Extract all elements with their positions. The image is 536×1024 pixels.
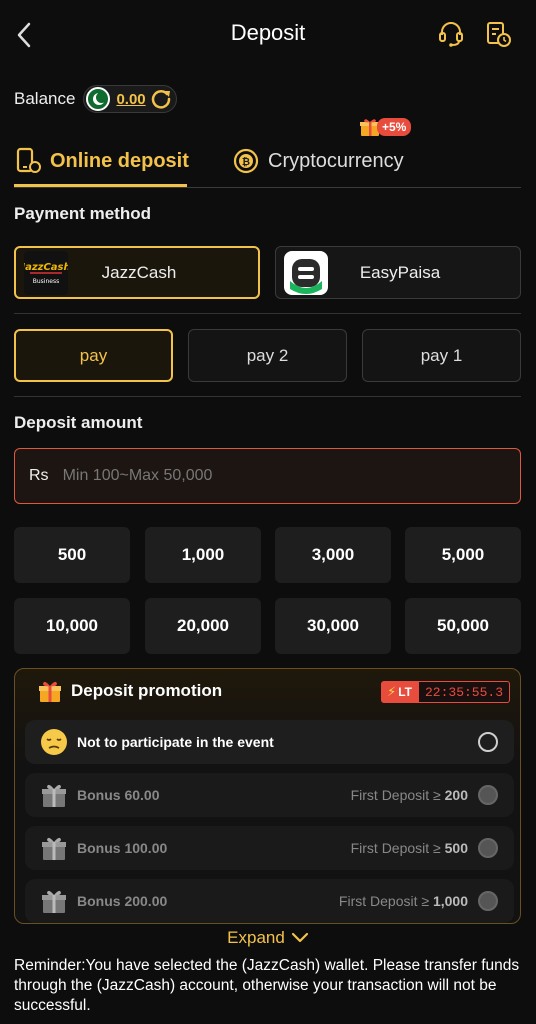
customer-support-icon[interactable] bbox=[437, 20, 465, 48]
active-tab-indicator bbox=[14, 184, 187, 187]
svg-text:Business: Business bbox=[33, 278, 59, 285]
channel-pay-1[interactable]: pay 1 bbox=[362, 329, 521, 382]
promo-condition: First Deposit ≥ 200 bbox=[350, 787, 468, 803]
channel-pay[interactable]: pay bbox=[14, 329, 173, 382]
jazzcash-logo: JazzCash Business bbox=[24, 250, 68, 295]
phone-deposit-icon bbox=[16, 147, 41, 173]
lightning-icon: ⚡ bbox=[387, 684, 397, 699]
balance-value: 0.00 bbox=[116, 90, 146, 108]
method-jazzcash[interactable]: JazzCash Business JazzCash bbox=[14, 246, 260, 299]
promo-option-label: Bonus 200.00 bbox=[77, 893, 168, 909]
method-jazzcash-label: JazzCash bbox=[101, 262, 177, 282]
deposit-type-tabs: Online deposit ₿ Cryptocurrency +5% bbox=[14, 118, 521, 188]
tab-cryptocurrency[interactable]: ₿ Cryptocurrency bbox=[232, 141, 404, 181]
quick-amount-1000[interactable]: 1,000 bbox=[145, 527, 261, 583]
radio-button[interactable] bbox=[478, 785, 498, 805]
promotion-timer: ⚡ LT 22:35:55.3 bbox=[381, 681, 510, 703]
tab-online-deposit[interactable]: Online deposit bbox=[14, 141, 189, 181]
timer-value: 22:35:55.3 bbox=[417, 681, 510, 703]
gift-icon bbox=[42, 890, 66, 913]
svg-text:JazzCash: JazzCash bbox=[24, 262, 68, 273]
pakistan-flag-icon bbox=[86, 87, 111, 111]
chevron-down-icon bbox=[291, 932, 308, 943]
promo-condition: First Deposit ≥ 1,000 bbox=[338, 893, 468, 909]
promo-option-label: Not to participate in the event bbox=[77, 734, 274, 750]
balance-pill: 0.00 bbox=[83, 85, 177, 113]
promotion-header: Deposit promotion bbox=[37, 679, 222, 703]
timer-tag: ⚡ LT bbox=[381, 681, 418, 703]
deposit-promotion-panel: Deposit promotion ⚡ LT 22:35:55.3 Not to… bbox=[14, 668, 521, 924]
deposit-records-icon[interactable] bbox=[484, 20, 512, 48]
quick-amount-20000[interactable]: 20,000 bbox=[145, 598, 261, 654]
deposit-amount-title: Deposit amount bbox=[14, 413, 143, 432]
amount-input[interactable] bbox=[62, 467, 463, 485]
quick-amount-10000[interactable]: 10,000 bbox=[14, 598, 130, 654]
gift-icon bbox=[42, 784, 66, 807]
sad-face-icon bbox=[41, 729, 67, 755]
reminder-text: Reminder:You have selected the (JazzCash… bbox=[14, 957, 520, 1014]
refresh-icon[interactable] bbox=[150, 88, 172, 110]
divider bbox=[14, 313, 521, 314]
gift-icon bbox=[42, 837, 66, 860]
balance-label: Balance bbox=[14, 89, 76, 108]
quick-amount-500[interactable]: 500 bbox=[14, 527, 130, 583]
svg-text:₿: ₿ bbox=[242, 156, 250, 168]
method-easypaisa[interactable]: EasyPaisa bbox=[275, 246, 521, 299]
expand-button[interactable]: Expand bbox=[0, 928, 536, 948]
promotion-title: Deposit promotion bbox=[71, 681, 223, 700]
balance-row: Balance 0.00 bbox=[14, 84, 177, 114]
promo-option-label: Bonus 60.00 bbox=[77, 787, 160, 803]
tab-crypto-label: Cryptocurrency bbox=[268, 149, 404, 172]
divider bbox=[14, 396, 521, 397]
timer-tag-label: LT bbox=[398, 685, 412, 699]
header-bar: Deposit bbox=[0, 0, 536, 70]
radio-button[interactable] bbox=[478, 838, 498, 858]
promo-option-bonus-100[interactable]: Bonus 100.00 First Deposit ≥ 500 bbox=[25, 826, 514, 870]
promo-option-bonus-200[interactable]: Bonus 200.00 First Deposit ≥ 1,000 bbox=[25, 879, 514, 923]
promo-option-label: Bonus 100.00 bbox=[77, 840, 168, 856]
amount-field[interactable]: Rs bbox=[14, 448, 521, 504]
quick-amount-30000[interactable]: 30,000 bbox=[275, 598, 391, 654]
quick-amount-50000[interactable]: 50,000 bbox=[405, 598, 521, 654]
quick-amount-3000[interactable]: 3,000 bbox=[275, 527, 391, 583]
currency-label: Rs bbox=[29, 467, 49, 484]
bonus-percent: +5% bbox=[377, 118, 412, 136]
payment-method-title: Payment method bbox=[14, 204, 151, 223]
radio-button[interactable] bbox=[478, 891, 498, 911]
tab-online-label: Online deposit bbox=[50, 149, 189, 172]
promo-option-none[interactable]: Not to participate in the event bbox=[25, 720, 514, 764]
method-easypaisa-label: EasyPaisa bbox=[359, 262, 441, 282]
expand-label: Expand bbox=[227, 928, 285, 947]
crypto-bonus-badge: +5% bbox=[359, 117, 412, 137]
gift-icon bbox=[39, 681, 61, 702]
channel-pay-2[interactable]: pay 2 bbox=[188, 329, 347, 382]
bitcoin-icon: ₿ bbox=[233, 148, 259, 174]
easypaisa-logo bbox=[284, 250, 328, 295]
promo-option-bonus-60[interactable]: Bonus 60.00 First Deposit ≥ 200 bbox=[25, 773, 514, 817]
quick-amount-5000[interactable]: 5,000 bbox=[405, 527, 521, 583]
radio-button[interactable] bbox=[478, 732, 498, 752]
promo-condition: First Deposit ≥ 500 bbox=[350, 840, 468, 856]
